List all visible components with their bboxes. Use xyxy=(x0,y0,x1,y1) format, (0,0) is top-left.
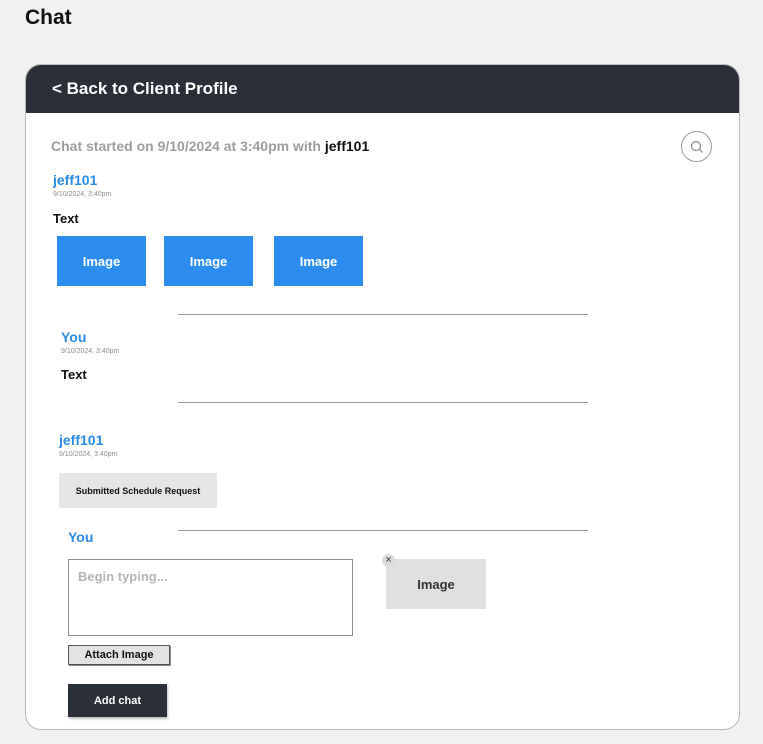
message-divider xyxy=(178,402,588,403)
message-author: jeff101 xyxy=(53,172,98,188)
message-image[interactable]: Image xyxy=(164,236,253,286)
message-image[interactable]: Image xyxy=(57,236,146,286)
chat-started-info: Chat started on 9/10/2024 at 3:40pm with… xyxy=(51,138,369,154)
attached-image-preview: Image xyxy=(386,559,486,609)
add-chat-button[interactable]: Add chat xyxy=(68,684,167,717)
message-divider xyxy=(178,530,588,531)
chat-message-input[interactable] xyxy=(68,559,353,636)
message-image[interactable]: Image xyxy=(274,236,363,286)
chat-card: < Back to Client Profile Chat started on… xyxy=(25,64,740,730)
message-author: You xyxy=(61,329,87,345)
message-author: jeff101 xyxy=(59,432,104,448)
message-timestamp: 9/10/2024, 3:40pm xyxy=(53,191,112,198)
search-button[interactable] xyxy=(681,131,712,162)
message-text: Text xyxy=(53,211,79,226)
message-timestamp: 9/10/2024, 3:40pm xyxy=(61,348,120,355)
search-icon xyxy=(690,140,703,153)
composer-author: You xyxy=(68,529,94,545)
chat-started-text: Chat started on 9/10/2024 at 3:40pm with xyxy=(51,138,321,154)
message-timestamp: 9/10/2024, 3:40pm xyxy=(59,451,118,458)
chat-started-user: jeff101 xyxy=(324,138,370,154)
message-text: Text xyxy=(61,367,87,382)
page-title: Chat xyxy=(25,6,72,29)
schedule-request-attachment[interactable]: Submitted Schedule Request xyxy=(59,473,217,508)
card-header: < Back to Client Profile xyxy=(26,65,739,113)
close-icon: × xyxy=(385,554,392,566)
message-divider xyxy=(178,314,588,315)
back-to-client-profile-link[interactable]: < Back to Client Profile xyxy=(52,79,238,99)
attach-image-button[interactable]: Attach Image xyxy=(68,645,170,665)
remove-image-button[interactable]: × xyxy=(382,554,395,567)
